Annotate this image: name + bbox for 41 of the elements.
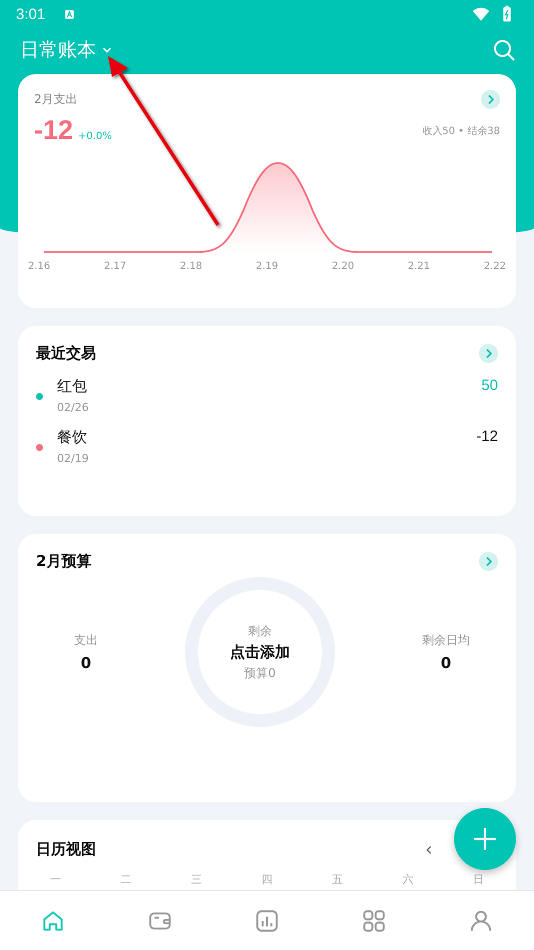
grid-icon xyxy=(360,908,387,934)
transaction-date: 02/26 xyxy=(57,401,90,414)
weekday-label: 日 xyxy=(473,873,484,886)
expense-amount: -12 xyxy=(34,115,74,146)
axis-label: 2.20 xyxy=(332,261,354,272)
stat-label: 支出 xyxy=(74,632,98,649)
transaction-name: 餐饮 xyxy=(57,428,88,447)
weekday-label: 三 xyxy=(191,873,202,886)
card-title: 最近交易 xyxy=(36,344,96,363)
axis-label: 2.21 xyxy=(408,261,430,272)
weekday-label: 一 xyxy=(50,873,61,886)
add-budget-link[interactable]: 点击添加 xyxy=(230,642,290,662)
weekday-label: 二 xyxy=(120,873,132,886)
status-time: 3:01 xyxy=(16,6,46,22)
bar-chart-icon xyxy=(254,908,280,934)
transaction-date: 02/19 xyxy=(57,452,90,465)
axis-label: 2.22 xyxy=(484,261,506,272)
transaction-amount: -12 xyxy=(476,428,498,445)
income-balance-summary: 收入50 • 结余38 xyxy=(422,124,500,138)
weekday-label: 四 xyxy=(262,873,272,886)
card-title: 日历视图 xyxy=(36,840,96,859)
axis-label: 2.19 xyxy=(256,261,278,272)
plus-icon xyxy=(472,826,498,852)
ring-label: 剩余 xyxy=(248,622,272,640)
budget-ring[interactable]: 剩余 点击添加 预算0 xyxy=(185,577,335,727)
weekday-label: 六 xyxy=(402,873,414,886)
stat-value: 0 xyxy=(80,654,92,672)
stat-label: 剩余日均 xyxy=(422,632,470,649)
change-percent: +0.0% xyxy=(78,131,112,142)
wifi-icon xyxy=(472,5,490,23)
card-title: 2月支出 xyxy=(34,91,78,108)
stat-value: 0 xyxy=(440,654,452,672)
card-title: 2月预算 xyxy=(36,552,92,571)
transaction-amount: 50 xyxy=(481,377,498,394)
axis-label: 2.17 xyxy=(104,261,126,272)
budget-amount: 预算0 xyxy=(244,664,276,682)
axis-label: 2.18 xyxy=(180,261,202,272)
axis-label: 2.16 xyxy=(28,261,50,272)
search-icon[interactable] xyxy=(492,38,516,62)
weekday-label: 五 xyxy=(332,873,343,886)
transaction-name: 红包 xyxy=(57,377,88,396)
